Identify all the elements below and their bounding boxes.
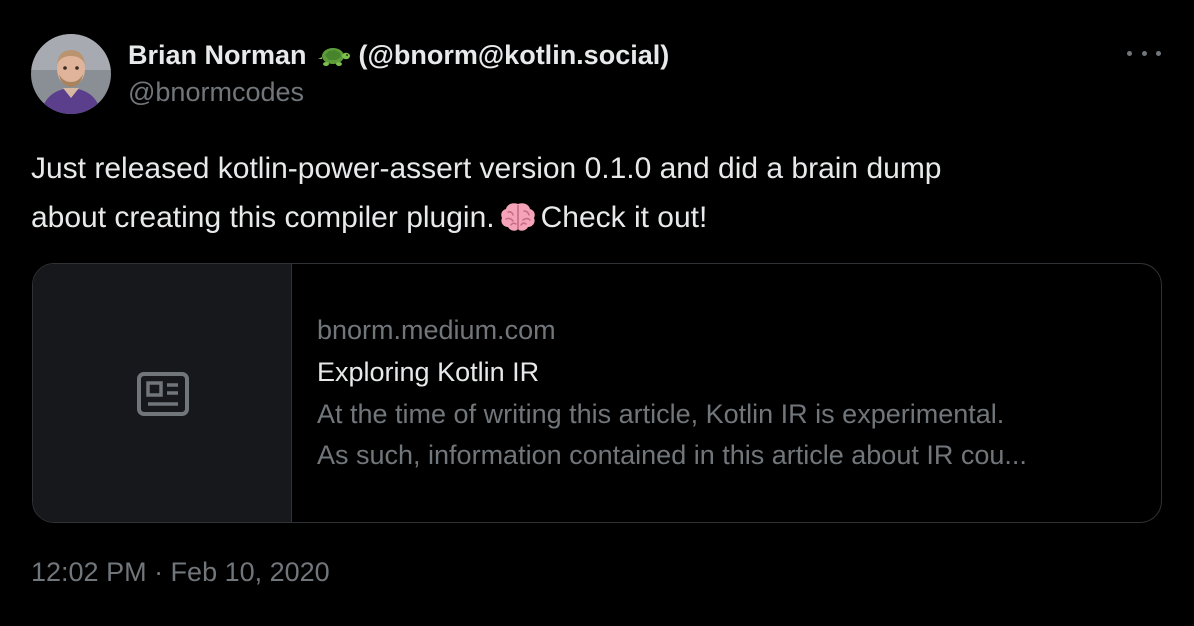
tweet-text-after-emoji: Check it out! xyxy=(540,201,708,234)
tweet-text-line-2: about creating this compiler plugin. Che… xyxy=(31,193,1161,242)
tweet-text: Just released kotlin-power-assert versio… xyxy=(31,144,1161,242)
link-card-domain: bnorm.medium.com xyxy=(317,315,556,345)
more-horizontal-icon[interactable] xyxy=(1127,40,1161,66)
avatar[interactable] xyxy=(31,34,111,114)
more-dot xyxy=(1141,50,1147,56)
link-card-description: At the time of writing this article, Kot… xyxy=(317,394,1137,476)
tweet: Brian Norman (@bnorm@kotlin.social) @bno… xyxy=(0,0,1194,626)
link-card-description-line-2: As such, information contained in this a… xyxy=(317,440,1027,470)
turtle-icon xyxy=(317,43,351,67)
tweet-timestamp[interactable]: 12:02 PM · Feb 10, 2020 xyxy=(31,557,330,588)
profile-photo xyxy=(31,34,111,114)
more-dot xyxy=(1156,50,1161,56)
tweet-text-line-1: Just released kotlin-power-assert versio… xyxy=(31,152,942,185)
author-display-name[interactable]: Brian Norman xyxy=(128,40,307,71)
author-name-row[interactable]: Brian Norman (@bnorm@kotlin.social) xyxy=(128,36,669,74)
link-card-description-line-1: At the time of writing this article, Kot… xyxy=(317,399,1005,429)
more-dot xyxy=(1127,50,1132,56)
link-card-title: Exploring Kotlin IR xyxy=(317,357,540,387)
brain-icon xyxy=(499,199,537,231)
news-article-icon xyxy=(137,372,189,416)
link-card[interactable]: bnorm.medium.com Exploring Kotlin IR At … xyxy=(32,263,1162,523)
tweet-text-before-emoji: about creating this compiler plugin. xyxy=(31,201,495,234)
link-card-body: bnorm.medium.com Exploring Kotlin IR At … xyxy=(317,310,1137,476)
link-card-thumbnail xyxy=(33,264,292,522)
author-mastodon-handle[interactable]: (@bnorm@kotlin.social) xyxy=(359,40,670,71)
author-handle[interactable]: @bnormcodes xyxy=(128,77,304,108)
